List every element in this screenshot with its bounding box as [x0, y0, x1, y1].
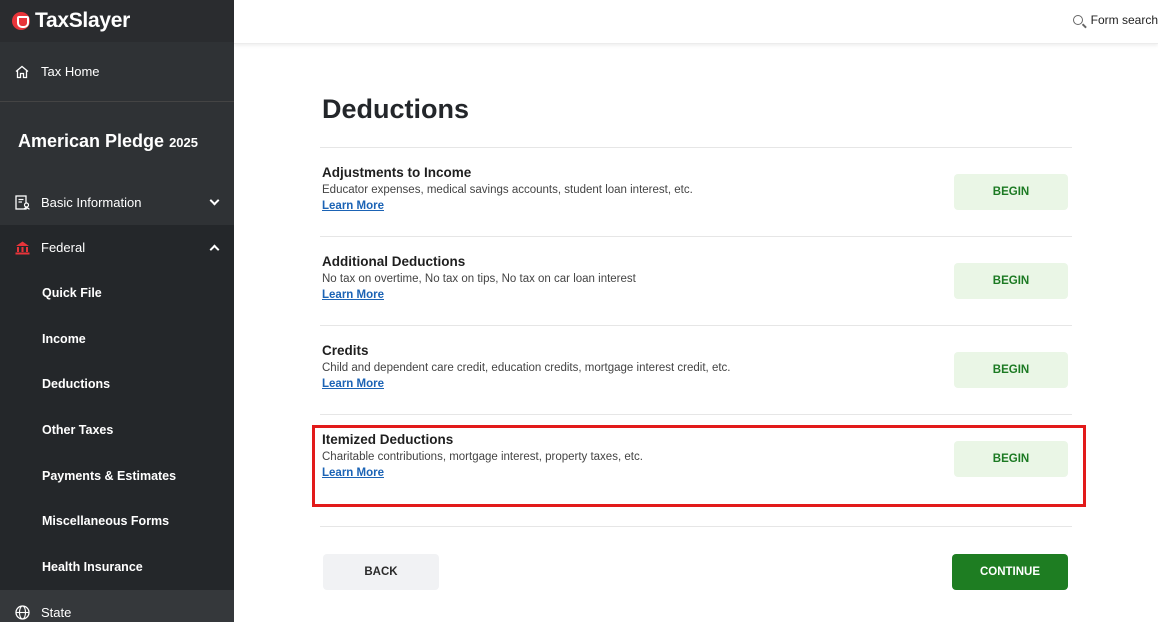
sidebar-item-basic-information[interactable]: Basic Information: [0, 180, 234, 225]
return-name: American Pledge 2025: [0, 102, 234, 180]
begin-button[interactable]: BEGIN: [954, 174, 1068, 210]
form-search-button[interactable]: Form search: [1072, 13, 1158, 27]
highlight-box: [312, 425, 1086, 507]
sidebar: TaxSlayer Tax Home American Pledge 2025 …: [0, 0, 234, 622]
search-icon: [1072, 15, 1083, 25]
sidebar-item-federal[interactable]: Federal: [0, 225, 234, 270]
continue-button[interactable]: CONTINUE: [952, 554, 1068, 590]
section-additional-deductions: Additional Deductions No tax on overtime…: [322, 254, 1072, 314]
begin-button[interactable]: BEGIN: [954, 352, 1068, 388]
sidebar-item-label: Basic Information: [41, 195, 142, 210]
brand-logo[interactable]: TaxSlayer: [0, 0, 234, 42]
divider: [320, 147, 1072, 148]
learn-more-link[interactable]: Learn More: [322, 378, 384, 390]
sidebar-subitem-health-insurance[interactable]: Health Insurance: [0, 544, 234, 590]
learn-more-link[interactable]: Learn More: [322, 200, 384, 212]
page-title: Deductions: [322, 94, 470, 124]
federal-section: Federal Quick File Income Deductions Oth…: [0, 225, 234, 590]
sidebar-subitem-miscellaneous-forms[interactable]: Miscellaneous Forms: [0, 498, 234, 544]
taxslayer-logo-icon: [12, 12, 30, 30]
begin-button[interactable]: BEGIN: [954, 263, 1068, 299]
section-credits: Credits Child and dependent care credit,…: [322, 343, 1072, 403]
sidebar-subitem-income[interactable]: Income: [0, 316, 234, 362]
sidebar-item-label: Federal: [41, 240, 86, 255]
sidebar-item-label: Tax Home: [41, 64, 100, 79]
globe-icon: [13, 603, 31, 621]
return-name-text: American Pledge: [18, 130, 165, 151]
capitol-building-icon: [13, 239, 31, 257]
sidebar-subitem-other-taxes[interactable]: Other Taxes: [0, 407, 234, 453]
learn-more-link[interactable]: Learn More: [322, 289, 384, 301]
divider: [320, 325, 1072, 326]
sidebar-item-tax-home[interactable]: Tax Home: [0, 42, 234, 102]
section-adjustments-to-income: Adjustments to Income Educator expenses,…: [322, 165, 1072, 225]
sidebar-subitem-payments-estimates[interactable]: Payments & Estimates: [0, 453, 234, 499]
chevron-up-icon: [209, 244, 220, 254]
divider: [320, 526, 1072, 527]
sidebar-subitem-quick-file[interactable]: Quick File: [0, 270, 234, 316]
sidebar-subitem-deductions[interactable]: Deductions: [0, 361, 234, 407]
chevron-down-icon: [209, 195, 220, 206]
divider: [320, 236, 1072, 237]
back-button[interactable]: BACK: [323, 554, 439, 590]
document-user-icon: [13, 194, 31, 212]
home-icon: [13, 63, 31, 81]
divider: [320, 414, 1072, 415]
brand-name: TaxSlayer: [35, 9, 130, 32]
return-year: 2025: [169, 135, 198, 150]
form-search-label: Form search: [1090, 13, 1158, 27]
top-bar: Form search: [234, 0, 1158, 44]
sidebar-item-label: State: [41, 604, 72, 620]
sidebar-item-state[interactable]: State: [0, 589, 234, 622]
